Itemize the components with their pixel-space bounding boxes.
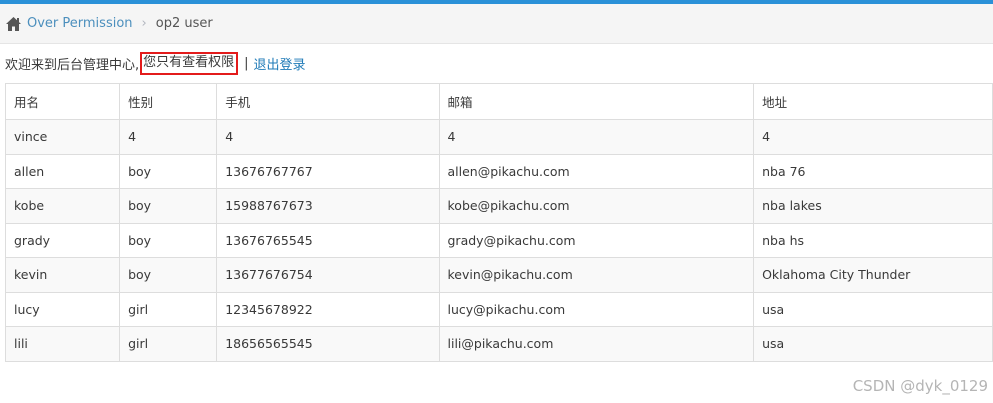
cell-email: lucy@pikachu.com (438, 291, 755, 327)
cell-email: allen@pikachu.com (438, 153, 755, 189)
breadcrumb-separator: › (141, 16, 147, 31)
cell-phone: 18656565545 (216, 326, 440, 362)
breadcrumb-home-link[interactable]: Over Permission (27, 16, 133, 31)
cell-email: lili@pikachu.com (438, 326, 755, 362)
cell-gender: 4 (119, 119, 218, 155)
permission-notice: 您只有查看权限 (140, 51, 239, 75)
cell-address: Oklahoma City Thunder (753, 257, 993, 293)
table-header-row: 用名 性别 手机 邮箱 地址 (4, 83, 993, 120)
cell-username: allen (4, 153, 121, 189)
table-row: grady boy 13676765545 grady@pikachu.com … (4, 222, 993, 258)
table-row: kobe boy 15988767673 kobe@pikachu.com nb… (4, 188, 993, 224)
cell-username: kevin (4, 257, 121, 293)
table-row: lucy girl 12345678922 lucy@pikachu.com u… (4, 291, 993, 327)
cell-address: nba 76 (753, 153, 993, 189)
cell-address: usa (753, 326, 993, 362)
cell-gender: girl (119, 326, 218, 362)
logout-link[interactable]: 退出登录 (254, 54, 306, 73)
cell-address: usa (753, 291, 993, 327)
cell-gender: boy (119, 222, 218, 258)
breadcrumb: Over Permission › op2 user (0, 4, 993, 44)
cell-phone: 13676765545 (216, 222, 440, 258)
breadcrumb-current: op2 user (155, 16, 213, 31)
header-gender: 性别 (119, 83, 218, 120)
cell-phone: 12345678922 (216, 291, 440, 327)
welcome-line: 欢迎来到后台管理中心, 您只有查看权限 | 退出登录 (5, 51, 306, 75)
header-username: 用名 (4, 83, 121, 120)
cell-gender: girl (119, 291, 218, 327)
cell-email: grady@pikachu.com (438, 222, 755, 258)
cell-phone: 15988767673 (216, 188, 440, 224)
welcome-text: 欢迎来到后台管理中心, (5, 57, 140, 73)
cell-phone: 4 (216, 119, 440, 155)
table-row: allen boy 13676767767 allen@pikachu.com … (4, 153, 993, 189)
cell-username: grady (4, 222, 121, 258)
home-icon[interactable] (5, 16, 22, 32)
cell-email: 4 (438, 119, 755, 155)
cell-address: 4 (753, 119, 993, 155)
cell-phone: 13677676754 (216, 257, 440, 293)
header-phone: 手机 (216, 83, 440, 120)
cell-username: vince (4, 119, 121, 155)
table-row: kevin boy 13677676754 kevin@pikachu.com … (4, 257, 993, 293)
cell-gender: boy (119, 257, 218, 293)
cell-username: kobe (4, 188, 121, 224)
cell-address: nba lakes (753, 188, 993, 224)
user-table: 用名 性别 手机 邮箱 地址 vince 4 4 4 4 allen boy 1… (4, 83, 993, 362)
cell-username: lili (4, 326, 121, 362)
header-address: 地址 (753, 83, 993, 120)
watermark: CSDN @dyk_0129 (852, 377, 988, 395)
cell-username: lucy (4, 291, 121, 327)
cell-phone: 13676767767 (216, 153, 440, 189)
cell-gender: boy (119, 188, 218, 224)
cell-gender: boy (119, 153, 218, 189)
header-email: 邮箱 (438, 83, 755, 120)
table-row: vince 4 4 4 4 (4, 119, 993, 155)
cell-email: kobe@pikachu.com (438, 188, 755, 224)
cell-address: nba hs (753, 222, 993, 258)
table-row: lili girl 18656565545 lili@pikachu.com u… (4, 326, 993, 362)
cell-email: kevin@pikachu.com (438, 257, 755, 293)
welcome-separator: | (244, 55, 249, 71)
